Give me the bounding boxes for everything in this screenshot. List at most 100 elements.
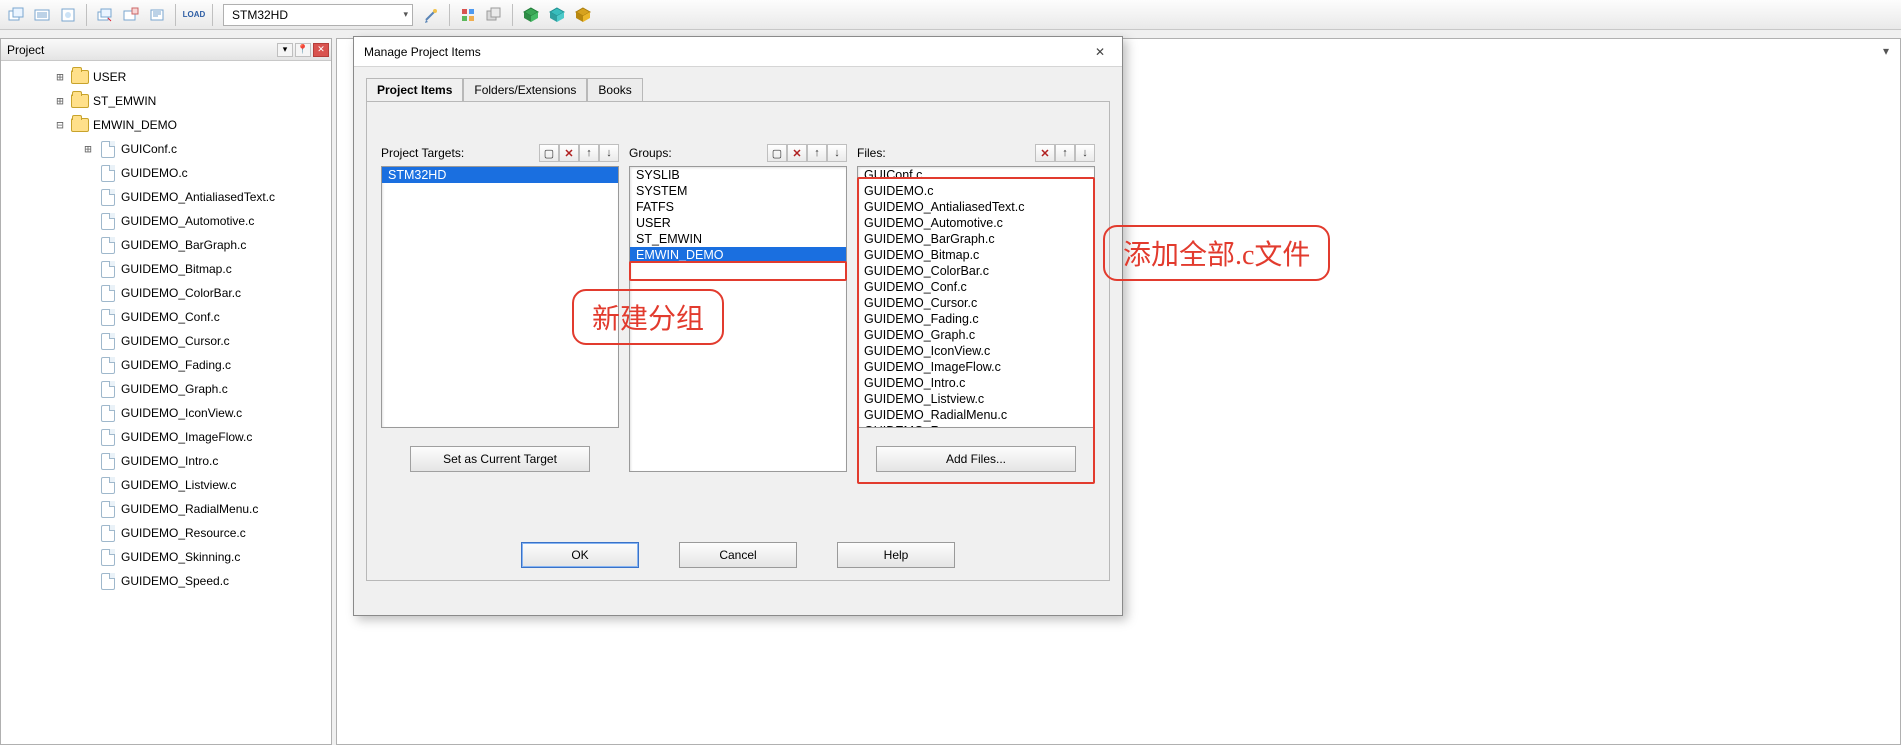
tree-file[interactable]: GUIDEMO_Cursor.c bbox=[1, 329, 331, 353]
groups-delete-button[interactable]: ✕ bbox=[787, 144, 807, 162]
tree-file[interactable]: GUIDEMO.c bbox=[1, 161, 331, 185]
list-item[interactable]: GUIDEMO_Listview.c bbox=[858, 391, 1094, 407]
file-icon bbox=[99, 380, 117, 398]
tree-file[interactable]: GUIDEMO_AntialiasedText.c bbox=[1, 185, 331, 209]
list-item[interactable]: GUIDEMO_Cursor.c bbox=[858, 295, 1094, 311]
project-panel-header: Project ▾ 📍 ✕ bbox=[1, 39, 331, 61]
ok-button[interactable]: OK bbox=[521, 542, 639, 568]
list-item[interactable]: GUIDEMO_Resource.c bbox=[858, 423, 1094, 428]
list-item[interactable]: GUIDEMO_RadialMenu.c bbox=[858, 407, 1094, 423]
list-item[interactable]: GUIDEMO_Bitmap.c bbox=[858, 247, 1094, 263]
toolbar-manage-items-icon[interactable] bbox=[456, 3, 480, 27]
set-current-target-button[interactable]: Set as Current Target bbox=[410, 446, 590, 472]
files-delete-button[interactable]: ✕ bbox=[1035, 144, 1055, 162]
list-item[interactable]: GUIDEMO_BarGraph.c bbox=[858, 231, 1094, 247]
files-listbox[interactable]: GUIConf.cGUIDEMO.cGUIDEMO_AntialiasedTex… bbox=[857, 166, 1095, 428]
list-item[interactable]: STM32HD bbox=[382, 167, 618, 183]
list-item[interactable]: EMWIN_DEMO bbox=[630, 247, 846, 263]
list-item[interactable]: GUIDEMO.c bbox=[858, 183, 1094, 199]
list-item[interactable]: GUIDEMO_Conf.c bbox=[858, 279, 1094, 295]
cancel-button[interactable]: Cancel bbox=[679, 542, 797, 568]
tab-project-items[interactable]: Project Items bbox=[366, 78, 463, 102]
files-move-up-button[interactable]: ↑ bbox=[1055, 144, 1075, 162]
tree-item-label: GUIDEMO_Fading.c bbox=[121, 358, 231, 372]
target-combobox[interactable]: STM32HD ▾ bbox=[223, 4, 413, 26]
tree-file[interactable]: GUIDEMO_Intro.c bbox=[1, 449, 331, 473]
list-item[interactable]: GUIDEMO_ColorBar.c bbox=[858, 263, 1094, 279]
tree-file[interactable]: GUIDEMO_Bitmap.c bbox=[1, 257, 331, 281]
toolbar-pack-icon[interactable] bbox=[519, 3, 543, 27]
targets-move-down-button[interactable]: ↓ bbox=[599, 144, 619, 162]
tab-folders-extensions[interactable]: Folders/Extensions bbox=[463, 78, 587, 102]
project-tree[interactable]: ⊞USER⊞ST_EMWIN⊟EMWIN_DEMO⊞GUIConf.cGUIDE… bbox=[1, 61, 331, 744]
list-item[interactable]: GUIDEMO_Graph.c bbox=[858, 327, 1094, 343]
toolbar-clean-icon[interactable] bbox=[56, 3, 80, 27]
list-item[interactable]: GUIDEMO_Automotive.c bbox=[858, 215, 1094, 231]
tree-file[interactable]: GUIDEMO_Speed.c bbox=[1, 569, 331, 593]
list-item[interactable]: GUIDEMO_IconView.c bbox=[858, 343, 1094, 359]
groups-move-up-button[interactable]: ↑ bbox=[807, 144, 827, 162]
tree-file[interactable]: GUIDEMO_RadialMenu.c bbox=[1, 497, 331, 521]
targets-new-button[interactable]: ▢ bbox=[539, 144, 559, 162]
manage-project-items-dialog: Manage Project Items ✕ Project Items Fol… bbox=[353, 36, 1123, 616]
panel-menu-icon[interactable]: ▾ bbox=[277, 43, 293, 57]
toolbar-separator bbox=[86, 4, 87, 26]
groups-new-button[interactable]: ▢ bbox=[767, 144, 787, 162]
tree-expand-toggle[interactable]: ⊞ bbox=[53, 94, 67, 108]
tree-folder[interactable]: ⊞USER bbox=[1, 65, 331, 89]
list-item[interactable]: GUIDEMO_ImageFlow.c bbox=[858, 359, 1094, 375]
dialog-titlebar[interactable]: Manage Project Items ✕ bbox=[354, 37, 1122, 67]
list-item[interactable]: GUIDEMO_Fading.c bbox=[858, 311, 1094, 327]
editor-window-menu-icon[interactable]: ▾ bbox=[1878, 43, 1894, 59]
list-item[interactable]: GUIDEMO_AntialiasedText.c bbox=[858, 199, 1094, 215]
tab-books[interactable]: Books bbox=[587, 78, 642, 102]
targets-move-up-button[interactable]: ↑ bbox=[579, 144, 599, 162]
tree-file[interactable]: GUIDEMO_ColorBar.c bbox=[1, 281, 331, 305]
panel-pin-icon[interactable]: 📍 bbox=[295, 43, 311, 57]
tree-file[interactable]: ⊞GUIConf.c bbox=[1, 137, 331, 161]
toolbar-load-icon[interactable]: LOAD bbox=[182, 3, 206, 27]
toolbar-rte-icon[interactable] bbox=[545, 3, 569, 27]
toolbar-download-icon[interactable] bbox=[145, 3, 169, 27]
groups-move-down-button[interactable]: ↓ bbox=[827, 144, 847, 162]
tree-file[interactable]: GUIDEMO_Conf.c bbox=[1, 305, 331, 329]
toolbar-rebuild-icon[interactable] bbox=[30, 3, 54, 27]
files-move-down-button[interactable]: ↓ bbox=[1075, 144, 1095, 162]
toolbar-build-icon[interactable] bbox=[4, 3, 28, 27]
tree-file[interactable]: GUIDEMO_Resource.c bbox=[1, 521, 331, 545]
add-files-button[interactable]: Add Files... bbox=[876, 446, 1076, 472]
folder-icon bbox=[71, 92, 89, 110]
toolbar-batch-build-icon[interactable] bbox=[93, 3, 117, 27]
dialog-close-button[interactable]: ✕ bbox=[1086, 41, 1114, 63]
targets-delete-button[interactable]: ✕ bbox=[559, 144, 579, 162]
targets-listbox[interactable]: STM32HD bbox=[381, 166, 619, 428]
toolbar-books-icon[interactable] bbox=[571, 3, 595, 27]
tree-folder[interactable]: ⊞ST_EMWIN bbox=[1, 89, 331, 113]
tree-file[interactable]: GUIDEMO_IconView.c bbox=[1, 401, 331, 425]
tree-file[interactable]: GUIDEMO_Graph.c bbox=[1, 377, 331, 401]
list-item[interactable]: GUIDEMO_Intro.c bbox=[858, 375, 1094, 391]
list-item[interactable]: ST_EMWIN bbox=[630, 231, 846, 247]
list-item[interactable]: GUIConf.c bbox=[858, 167, 1094, 183]
tree-expand-toggle[interactable]: ⊞ bbox=[81, 142, 95, 156]
list-item[interactable]: FATFS bbox=[630, 199, 846, 215]
groups-listbox[interactable]: SYSLIBSYSTEMFATFSUSERST_EMWINEMWIN_DEMO bbox=[629, 166, 847, 472]
toolbar-multi-project-icon[interactable] bbox=[482, 3, 506, 27]
file-icon bbox=[99, 188, 117, 206]
tree-file[interactable]: GUIDEMO_Skinning.c bbox=[1, 545, 331, 569]
toolbar-options-icon[interactable] bbox=[419, 3, 443, 27]
tree-expand-toggle[interactable]: ⊞ bbox=[53, 70, 67, 84]
tree-file[interactable]: GUIDEMO_Fading.c bbox=[1, 353, 331, 377]
tree-file[interactable]: GUIDEMO_BarGraph.c bbox=[1, 233, 331, 257]
list-item[interactable]: SYSLIB bbox=[630, 167, 846, 183]
tree-folder[interactable]: ⊟EMWIN_DEMO bbox=[1, 113, 331, 137]
toolbar-stop-build-icon[interactable] bbox=[119, 3, 143, 27]
help-button[interactable]: Help bbox=[837, 542, 955, 568]
panel-close-icon[interactable]: ✕ bbox=[313, 43, 329, 57]
list-item[interactable]: USER bbox=[630, 215, 846, 231]
list-item[interactable]: SYSTEM bbox=[630, 183, 846, 199]
tree-file[interactable]: GUIDEMO_ImageFlow.c bbox=[1, 425, 331, 449]
tree-file[interactable]: GUIDEMO_Automotive.c bbox=[1, 209, 331, 233]
tree-expand-toggle[interactable]: ⊟ bbox=[53, 118, 67, 132]
tree-file[interactable]: GUIDEMO_Listview.c bbox=[1, 473, 331, 497]
